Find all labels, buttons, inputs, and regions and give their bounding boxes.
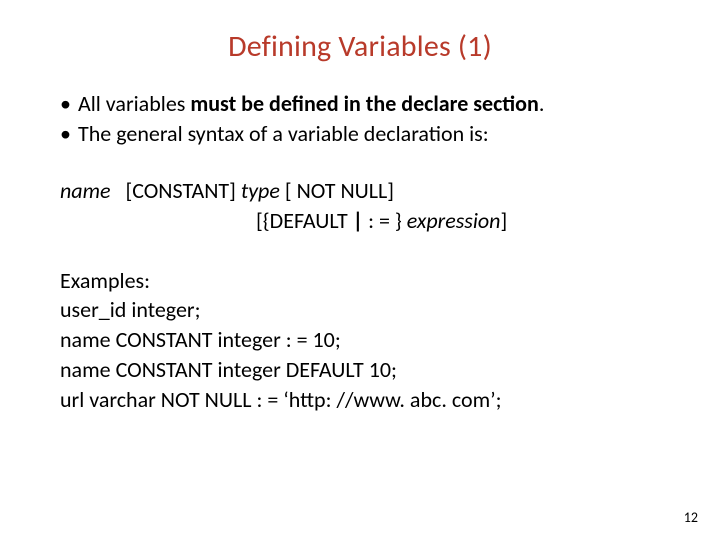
text: ] [500, 207, 507, 234]
text: [{DEFAULT [256, 207, 353, 234]
syntax-block: name [CONSTANT] type [ NOT NULL] [{DEFAU… [60, 176, 660, 235]
examples-block: Examples: user_id integer; name CONSTANT… [60, 266, 660, 414]
slide-title: Defining Variables (1) [60, 28, 660, 65]
text: . [539, 90, 545, 117]
text-bold: must be defined in the declare section [190, 90, 538, 117]
syntax-notnull: [ NOT NULL] [280, 177, 394, 204]
syntax-constant: [CONSTANT] [111, 177, 241, 204]
syntax-line: [{DEFAULT | : = } expression] [60, 206, 660, 236]
syntax-expression: expression [407, 207, 501, 234]
text: : = } [363, 207, 407, 234]
page-number: 12 [684, 509, 698, 526]
bullet-text: The general syntax of a variable declara… [78, 119, 489, 149]
syntax-bar: | [353, 207, 363, 234]
example-line: name CONSTANT integer : = 10; [60, 325, 660, 355]
bullet-dot: • [60, 89, 78, 119]
syntax-type: type [241, 177, 280, 204]
text: All variables [78, 90, 190, 117]
examples-heading: Examples: [60, 266, 660, 296]
bullet-item: • The general syntax of a variable decla… [60, 119, 660, 149]
syntax-name: name [60, 177, 111, 204]
bullet-text: All variables must be defined in the dec… [78, 89, 544, 119]
bullet-list: • All variables must be defined in the d… [60, 89, 660, 148]
syntax-line: name [CONSTANT] type [ NOT NULL] [60, 176, 660, 206]
bullet-dot: • [60, 119, 78, 149]
example-line: url varchar NOT NULL : = ‘http: //www. a… [60, 385, 660, 415]
example-line: name CONSTANT integer DEFAULT 10; [60, 355, 660, 385]
slide: Defining Variables (1) • All variables m… [0, 0, 720, 414]
example-line: user_id integer; [60, 295, 660, 325]
bullet-item: • All variables must be defined in the d… [60, 89, 660, 119]
